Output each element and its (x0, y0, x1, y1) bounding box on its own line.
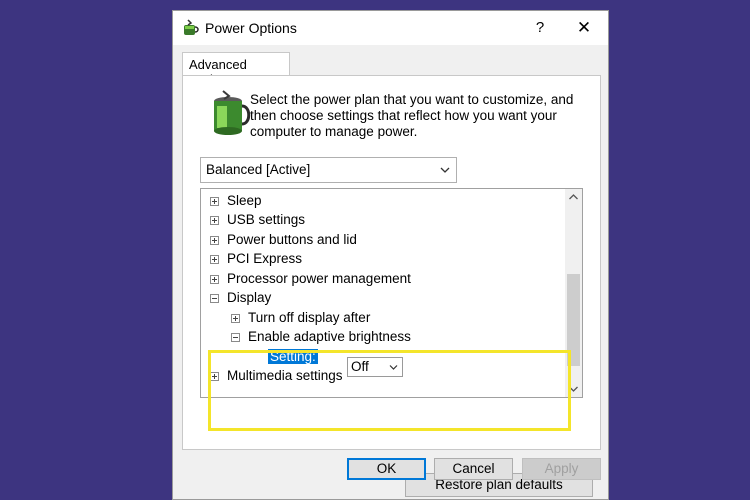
expand-plus-icon[interactable] (210, 254, 219, 264)
tree-item-processor-power[interactable]: Processor power management (210, 269, 411, 288)
power-plan-dropdown[interactable]: Balanced [Active] (200, 157, 457, 183)
tree-item-power-buttons[interactable]: Power buttons and lid (210, 230, 357, 249)
advanced-settings-panel: Select the power plan that you want to c… (182, 75, 601, 497)
setting-label: Setting: (268, 349, 318, 364)
tree-item-label: Turn off display after (248, 310, 371, 325)
tree-item-multimedia[interactable]: Multimedia settings (210, 366, 343, 385)
collapse-minus-icon[interactable] (231, 332, 240, 342)
apply-button[interactable]: Apply (522, 458, 601, 480)
title-bar[interactable]: Power Options ? ✕ (173, 11, 608, 45)
plan-description: Select the power plan that you want to c… (250, 92, 574, 139)
ok-button[interactable]: OK (347, 458, 426, 480)
scroll-thumb[interactable] (567, 274, 580, 366)
tree-item-label: Sleep (227, 193, 262, 208)
adaptive-brightness-setting-select[interactable]: Off (347, 357, 403, 377)
tree-item-label: Enable adaptive brightness (248, 329, 411, 344)
chevron-down-icon (389, 365, 398, 370)
tree-item-turn-off-display[interactable]: Turn off display after (231, 308, 370, 327)
power-plan-icon (184, 19, 199, 35)
scroll-down-arrow-icon[interactable] (565, 380, 582, 397)
expand-plus-icon[interactable] (210, 196, 219, 206)
tree-item-label: Processor power management (227, 271, 411, 286)
setting-value: Off (351, 359, 369, 374)
cancel-button[interactable]: Cancel (434, 458, 513, 480)
tab-advanced-settings[interactable]: Advanced settings (182, 52, 290, 87)
collapse-minus-icon[interactable] (210, 293, 219, 303)
tree-item-sleep[interactable]: Sleep (210, 191, 262, 210)
help-button[interactable]: ? (525, 17, 555, 39)
tree-item-label: Power buttons and lid (227, 232, 357, 247)
tree-item-label: USB settings (227, 212, 306, 227)
expand-plus-icon[interactable] (210, 371, 219, 381)
scroll-up-arrow-icon[interactable] (565, 189, 582, 206)
tree-item-label: Multimedia settings (227, 368, 343, 383)
tree-item-label: Display (227, 290, 272, 305)
tree-scrollbar[interactable] (565, 189, 582, 397)
close-button[interactable]: ✕ (567, 16, 601, 40)
power-options-dialog: Power Options ? ✕ Advanced settings Sele… (172, 10, 609, 500)
expand-plus-icon[interactable] (210, 235, 219, 245)
expand-plus-icon[interactable] (210, 274, 219, 284)
setting-row: Setting: (268, 347, 318, 366)
expand-plus-icon[interactable] (210, 215, 219, 225)
window-title: Power Options (205, 20, 297, 36)
power-plan-battery-icon (214, 90, 251, 135)
settings-tree[interactable]: Sleep USB settings Power buttons and lid… (200, 188, 583, 398)
tree-item-label: PCI Express (227, 251, 303, 266)
tree-item-adaptive-brightness[interactable]: Enable adaptive brightness (231, 327, 411, 346)
chevron-down-icon (440, 167, 450, 173)
power-plan-value: Balanced [Active] (206, 162, 311, 177)
tree-item-display[interactable]: Display (210, 288, 271, 307)
expand-plus-icon[interactable] (231, 313, 240, 323)
tree-item-pci-express[interactable]: PCI Express (210, 249, 302, 268)
tree-item-usb-settings[interactable]: USB settings (210, 210, 305, 229)
